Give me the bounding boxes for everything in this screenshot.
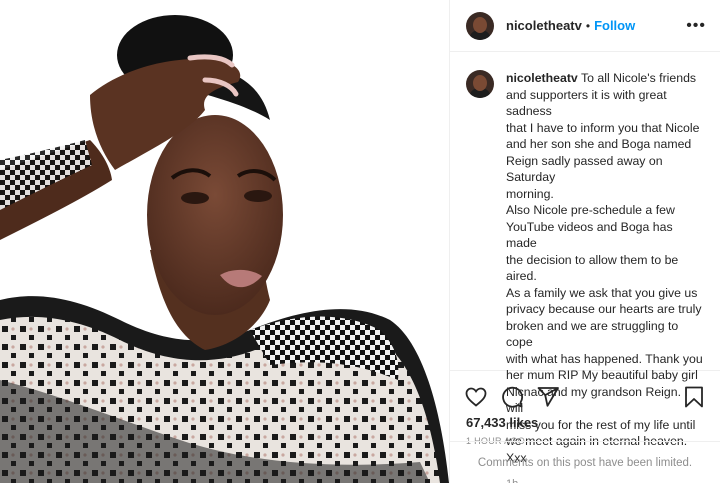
caption-line: privacy because our hearts are truly	[506, 302, 702, 316]
heart-icon[interactable]	[464, 385, 488, 409]
post-side-panel: nicoletheatv • Follow ••• nicoletheatv T…	[450, 0, 720, 483]
caption-line: the decision to allow them to be aired.	[506, 252, 679, 284]
caption-line: and her son she and Boga named	[506, 137, 692, 151]
caption-body: nicoletheatv To all Nicole's friends and…	[506, 70, 706, 483]
caption-line: Also Nicole pre-schedule a few	[506, 203, 675, 217]
comment-icon[interactable]	[500, 385, 524, 409]
caption-line: broken and we are struggling to cope	[506, 318, 679, 350]
caption-line: Reign sadly passed away on Saturday	[506, 153, 663, 185]
caption-comment: nicoletheatv To all Nicole's friends and…	[450, 52, 720, 483]
caption-line: nicoletheatv To all Nicole's friends	[506, 70, 706, 87]
share-icon[interactable]	[536, 385, 560, 409]
bookmark-icon[interactable]	[682, 385, 706, 409]
follow-button[interactable]: Follow	[594, 18, 635, 33]
caption-line: and supporters it is with great sadness	[506, 87, 667, 119]
comments-limited-notice: Comments on this post have been limited.	[450, 441, 720, 483]
header-username[interactable]: nicoletheatv	[506, 18, 582, 33]
instagram-post-window: nicoletheatv • Follow ••• nicoletheatv T…	[0, 0, 720, 483]
more-options-icon[interactable]: •••	[686, 17, 706, 34]
caption-line: with what has happened. Thank you	[506, 351, 703, 366]
portrait-image	[0, 0, 449, 483]
caption-line: her mum RIP My beautiful baby girl	[506, 368, 698, 382]
caption-line: YouTube videos and Boga has made	[506, 219, 673, 251]
caption-text: To all Nicole's friends	[580, 71, 697, 85]
post-header: nicoletheatv • Follow •••	[450, 0, 720, 52]
caption-avatar[interactable]	[466, 70, 494, 98]
separator-dot: •	[585, 18, 591, 33]
caption-line: that I have to inform you that Nicole	[506, 120, 700, 135]
avatar[interactable]	[466, 11, 494, 40]
caption-line: morning.	[506, 186, 554, 201]
caption-username[interactable]: nicoletheatv	[506, 71, 578, 85]
post-photo[interactable]	[0, 0, 449, 483]
caption-line: As a family we ask that you give us	[506, 285, 698, 300]
